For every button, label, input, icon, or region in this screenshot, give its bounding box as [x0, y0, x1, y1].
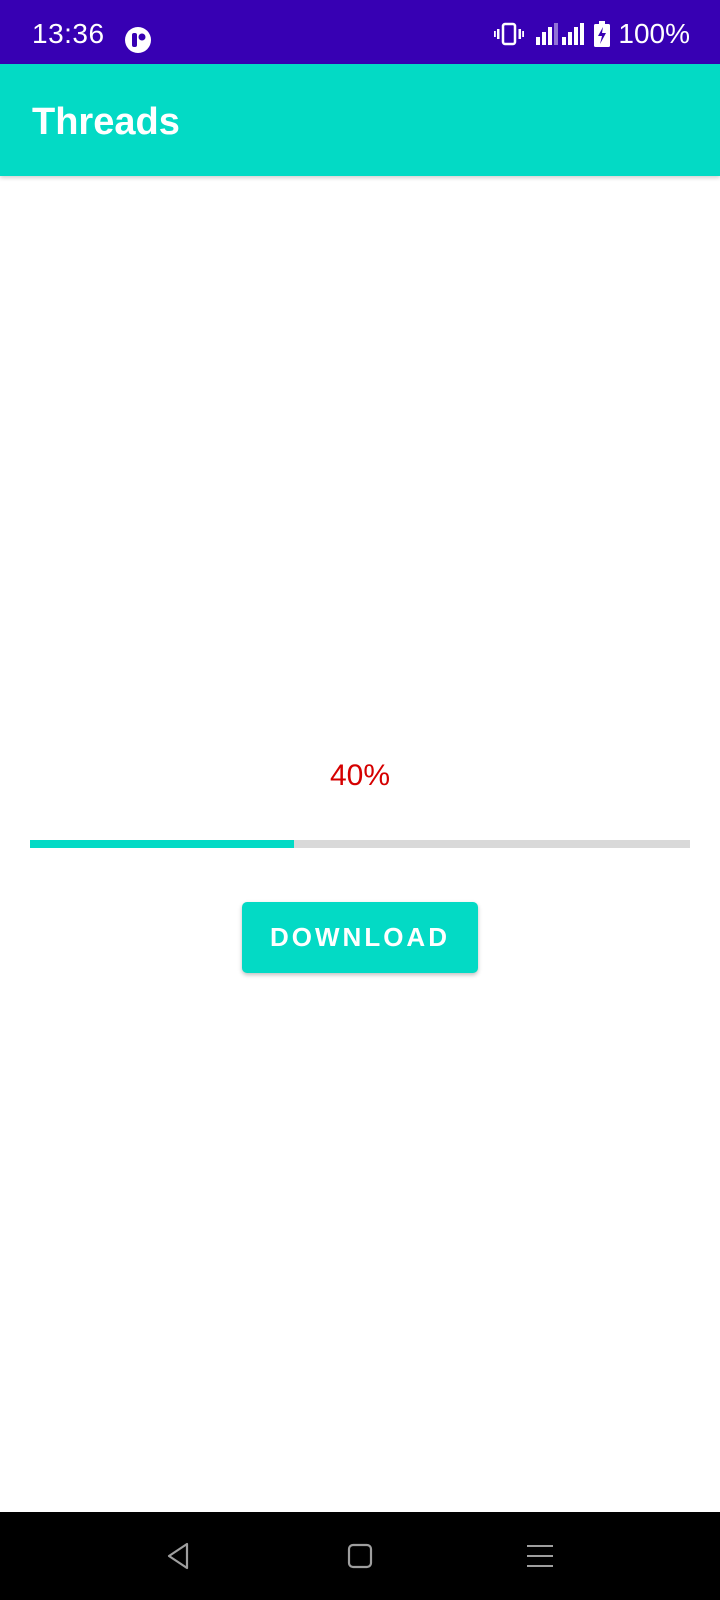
status-icons: 100% — [494, 18, 690, 50]
screen: 13:36 100% Threads 40% DOWNLOAD — [0, 0, 720, 1600]
signal-icon — [536, 23, 559, 45]
signal-icon — [562, 23, 585, 45]
battery-percent: 100% — [618, 18, 690, 49]
status-bar: 13:36 100% — [0, 0, 720, 64]
back-icon[interactable] — [156, 1534, 200, 1578]
download-button[interactable]: DOWNLOAD — [242, 902, 478, 973]
app-title: Threads — [32, 101, 180, 143]
vibrate-icon — [494, 22, 525, 46]
app-bar: Threads — [0, 64, 720, 176]
menu-icon[interactable] — [518, 1534, 562, 1578]
progress-bar — [30, 840, 690, 848]
progress-percent-text: 40% — [329, 759, 391, 792]
navigation-bar — [0, 1512, 720, 1600]
status-time: 13:36 — [32, 18, 105, 49]
home-icon[interactable] — [338, 1534, 382, 1578]
battery-charging-icon — [594, 21, 611, 47]
progress-bar-fill — [30, 840, 294, 848]
app-notification-icon — [124, 26, 152, 54]
